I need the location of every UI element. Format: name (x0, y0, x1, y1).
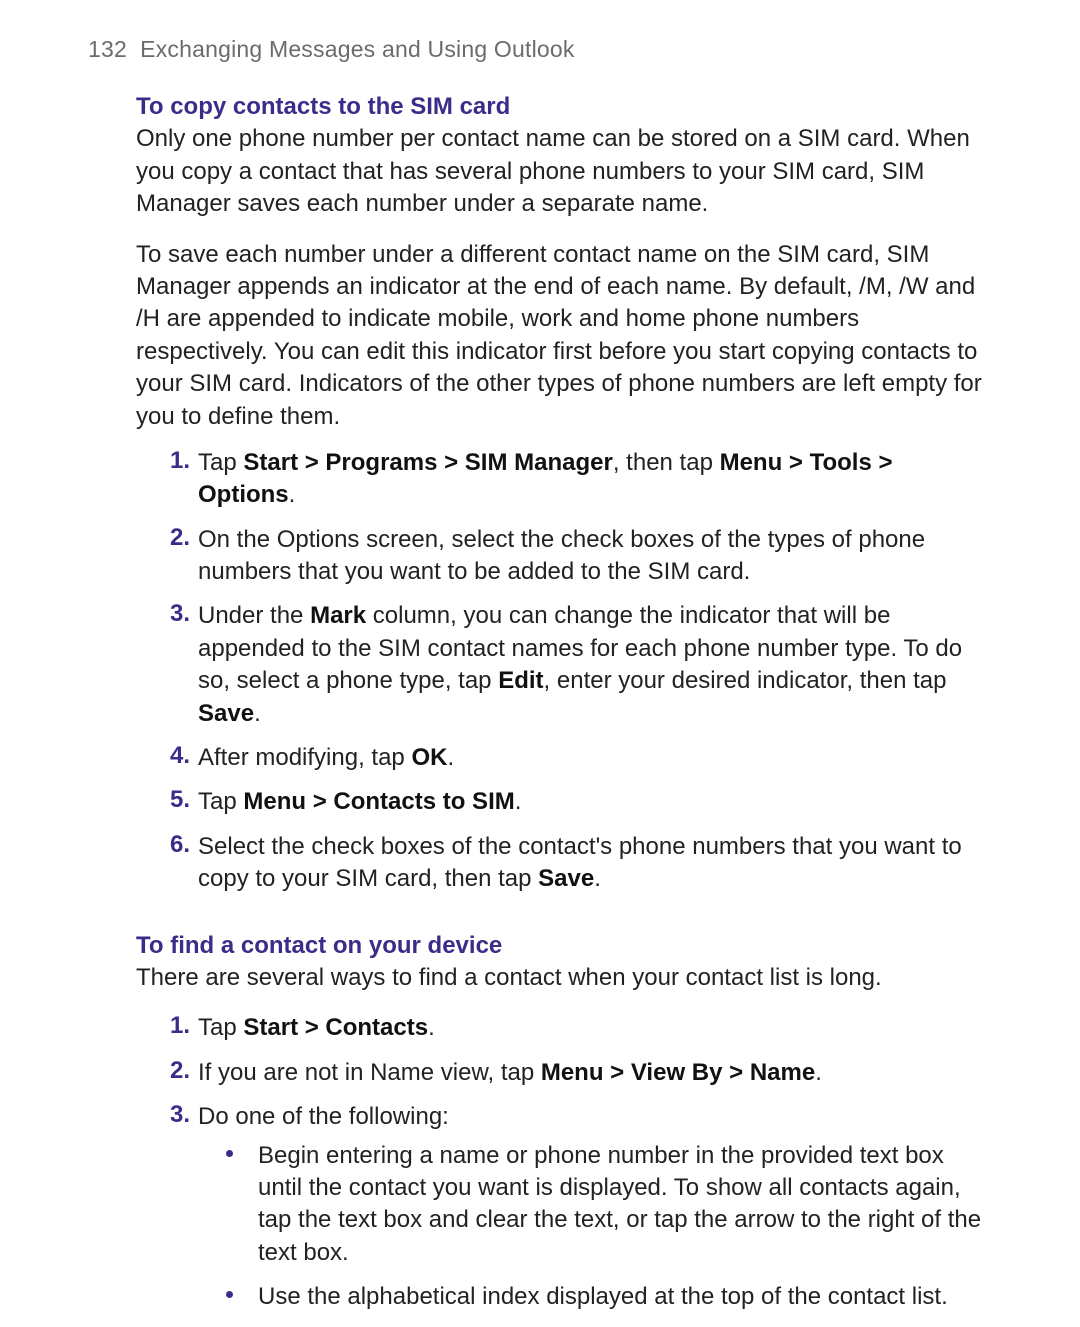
paragraph: To save each number under a different co… (136, 239, 992, 433)
step-item: 5. Tap Menu > Contacts to SIM. (136, 786, 992, 818)
step-item: 2. On the Options screen, select the che… (136, 524, 992, 589)
page-number: 132 (88, 36, 127, 62)
step-item: 2. If you are not in Name view, tap Menu… (136, 1057, 992, 1089)
bullet-item: Begin entering a name or phone number in… (198, 1140, 992, 1270)
step-number: 5. (158, 786, 190, 814)
step-number: 2. (158, 524, 190, 552)
section-copy-to-sim: To copy contacts to the SIM card Only on… (88, 91, 992, 896)
bullet-list: Begin entering a name or phone number in… (198, 1140, 992, 1314)
bullet-icon (226, 1291, 233, 1298)
section-heading: To copy contacts to the SIM card (136, 91, 992, 123)
step-item: 1. Tap Start > Contacts. (136, 1012, 992, 1044)
step-body: Tap Menu > Contacts to SIM. (198, 786, 992, 818)
step-item: 3. Under the Mark column, you can change… (136, 600, 992, 730)
step-body: Select the check boxes of the contact's … (198, 831, 992, 896)
step-body: Tap Start > Programs > SIM Manager, then… (198, 447, 992, 512)
step-number: 6. (158, 831, 190, 859)
step-list: 1. Tap Start > Contacts. 2. If you are n… (136, 1012, 992, 1313)
bullet-body: Use the alphabetical index displayed at … (258, 1281, 992, 1313)
running-header: 132 Exchanging Messages and Using Outloo… (88, 36, 992, 63)
paragraph: There are several ways to find a contact… (136, 962, 992, 994)
step-number: 3. (158, 1101, 190, 1129)
section-heading: To find a contact on your device (136, 930, 992, 962)
step-item: 6. Select the check boxes of the contact… (136, 831, 992, 896)
section-find-contact: To find a contact on your device There a… (88, 930, 992, 1314)
bullet-icon (226, 1150, 233, 1157)
step-list: 1. Tap Start > Programs > SIM Manager, t… (136, 447, 992, 896)
step-item: 1. Tap Start > Programs > SIM Manager, t… (136, 447, 992, 512)
step-body: If you are not in Name view, tap Menu > … (198, 1057, 992, 1089)
step-number: 3. (158, 600, 190, 628)
bullet-item: Use the alphabetical index displayed at … (198, 1281, 992, 1313)
step-number: 1. (158, 1012, 190, 1040)
step-body: Under the Mark column, you can change th… (198, 600, 992, 730)
step-body: Tap Start > Contacts. (198, 1012, 992, 1044)
step-body: Do one of the following: Begin entering … (198, 1101, 992, 1313)
chapter-title: Exchanging Messages and Using Outlook (140, 36, 574, 62)
step-number: 2. (158, 1057, 190, 1085)
step-body: After modifying, tap OK. (198, 742, 992, 774)
paragraph: Only one phone number per contact name c… (136, 123, 992, 220)
step-item: 3. Do one of the following: Begin enteri… (136, 1101, 992, 1313)
step-body: On the Options screen, select the check … (198, 524, 992, 589)
page: 132 Exchanging Messages and Using Outloo… (0, 0, 1080, 1327)
step-number: 4. (158, 742, 190, 770)
bullet-body: Begin entering a name or phone number in… (258, 1140, 992, 1270)
step-item: 4. After modifying, tap OK. (136, 742, 992, 774)
step-number: 1. (158, 447, 190, 475)
